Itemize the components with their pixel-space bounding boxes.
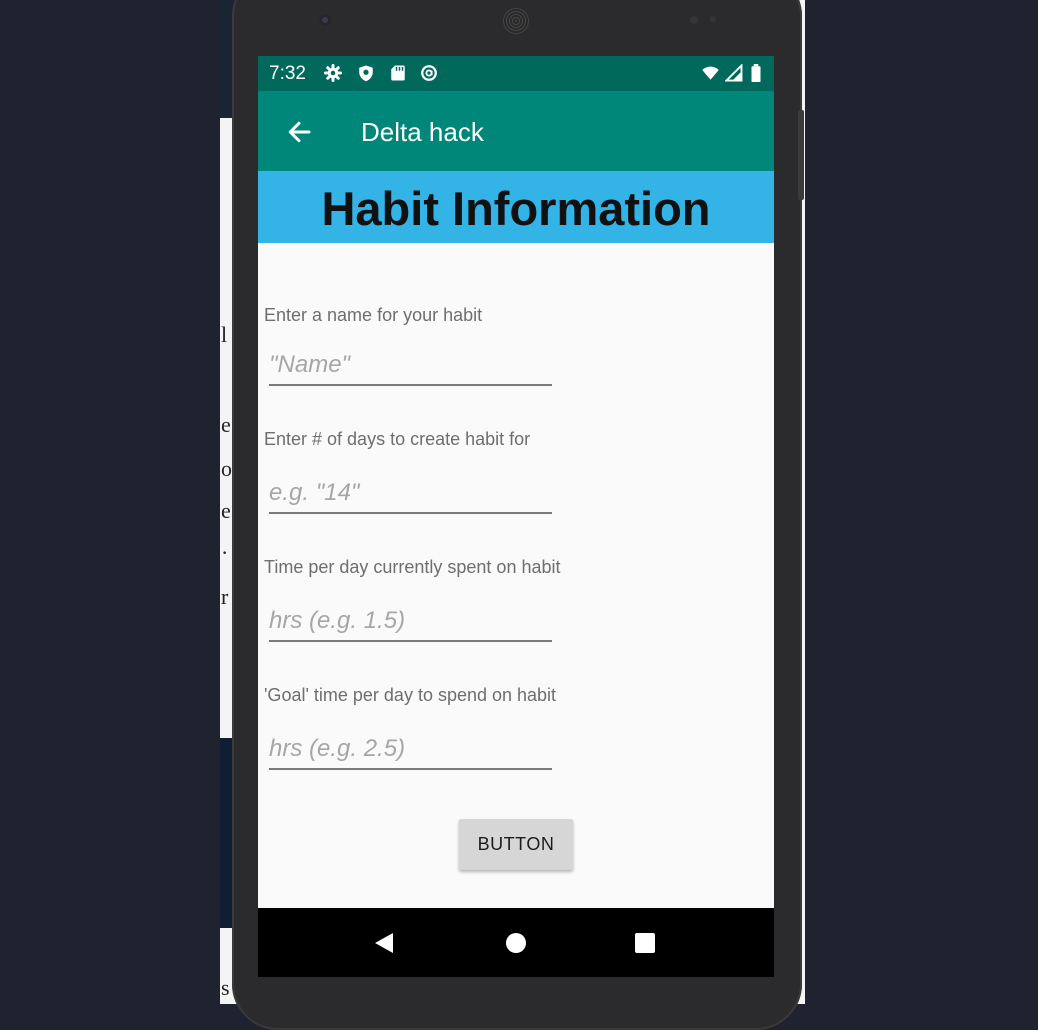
system-nav-bar [258,908,774,977]
home-circle-icon[interactable] [506,933,526,953]
habit-days-label: Enter # of days to create habit for [264,429,531,449]
habit-name-label: Enter a name for your habit [264,305,483,325]
background-text-fragment: l [221,322,228,347]
submit-button[interactable]: BUTTON [459,819,573,870]
habit-name-input[interactable] [269,346,552,384]
goal-time-input[interactable] [269,730,552,768]
goal-time-field-wrapper [269,730,552,770]
recents-square-icon[interactable] [635,933,655,953]
current-time-label: Time per day currently spent on habit [264,557,561,577]
arrow-left-icon[interactable] [284,117,314,147]
camera-icon [319,14,331,26]
background-text-fragment: o [221,456,232,481]
signal-icon [725,64,743,82]
current-time-field-wrapper [269,602,552,642]
device-screen: 7:32 Delta hack Habit Information Enter … [258,56,774,977]
background-text-fragment: e [221,498,231,523]
phone-side-button [798,110,804,200]
background-text-fragment: s [221,975,230,1000]
speaker-grille-icon [503,8,529,34]
gear-icon [324,64,342,82]
background-text-fragment: e [221,412,231,437]
at-sign-icon [421,65,437,81]
sensor-icon [690,16,698,24]
goal-time-label: 'Goal' time per day to spend on habit [264,685,557,705]
habit-days-input[interactable] [269,474,552,512]
habit-days-field-wrapper [269,474,552,514]
back-triangle-icon[interactable] [375,933,393,953]
background-text-fragment: · [221,540,229,565]
page-title: Habit Information [321,182,711,235]
background-text-fragment: r [221,584,229,609]
status-time: 7:32 [269,63,306,84]
shield-icon [359,65,373,82]
header-banner: Habit Information [258,171,774,243]
wifi-icon [702,66,719,80]
battery-icon [751,64,761,82]
app-bar: Delta hack [258,91,774,171]
app-title: Delta hack [361,117,484,147]
current-time-input[interactable] [269,602,552,640]
habit-name-field-wrapper [269,346,552,386]
sensor-icon [710,16,716,22]
status-bar: 7:32 [258,56,774,91]
sd-card-icon [391,65,405,81]
